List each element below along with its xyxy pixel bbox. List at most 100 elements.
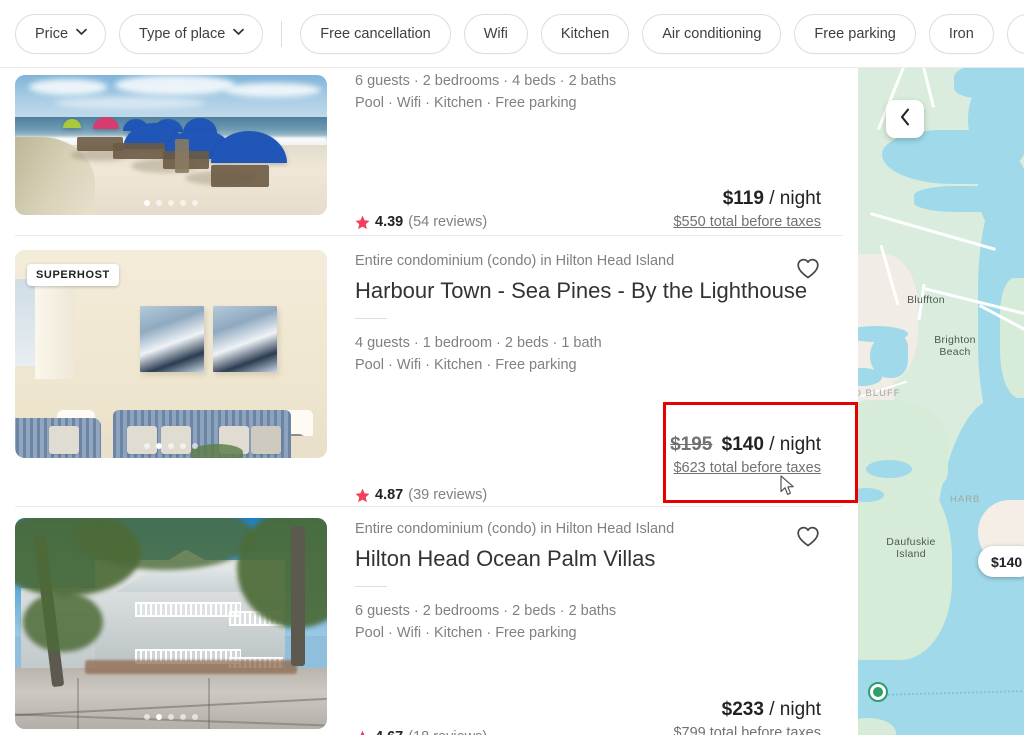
carousel-dot[interactable] [168, 200, 174, 206]
carousel-dot[interactable] [156, 200, 162, 206]
listing-card[interactable]: SUPERHOST Entire condominium (condo) in … [0, 236, 858, 506]
filter-chip-type-of-place[interactable]: Type of place [119, 13, 264, 54]
listing-facts: 6 guests · 2 bedrooms · 2 beds · 2 baths [355, 603, 617, 619]
filter-bar: Price Type of place Free cancellation Wi… [0, 0, 1024, 68]
filter-chip-kitchen-label: Kitchen [560, 25, 610, 42]
listing-facts: 4 guests · 1 bedroom · 2 beds · 1 bath [355, 335, 602, 351]
filter-chip-wifi[interactable]: Wifi [463, 13, 528, 54]
map-label-bluff: D BLUFF [858, 388, 901, 399]
listing-card[interactable]: Entire condominium (condo) in Hilton Hea… [0, 507, 858, 735]
chevron-down-icon [76, 28, 87, 38]
filter-chip-wifi-label: Wifi [483, 25, 508, 42]
listing-info: Entire condominium (condo) in Hilton Hea… [327, 250, 843, 506]
map-label-brighton-beach: Brighton Beach [934, 334, 976, 358]
title-rule [355, 586, 387, 587]
map-label-daufuskie: Daufuskie Island [886, 536, 936, 560]
carousel-dot[interactable] [144, 714, 150, 720]
carousel-dot[interactable] [144, 200, 150, 206]
listing-subtitle: Entire condominium (condo) in Hilton Hea… [355, 521, 675, 537]
listing-review-count: (18 reviews) [408, 728, 487, 735]
title-rule [355, 318, 387, 319]
listing-price-unit: / night [769, 434, 821, 455]
filter-chip-air-conditioning[interactable]: Air conditioning [642, 13, 782, 54]
carousel-dot[interactable] [180, 714, 186, 720]
listing-total-before-taxes[interactable]: $550 total before taxes [673, 212, 821, 232]
listing-subtitle: Entire condominium (condo) in Hilton Hea… [355, 253, 675, 269]
listing-amenities: Pool · Wifi · Kitchen · Free parking [355, 95, 577, 111]
listing-price-line: $119 / night [673, 186, 821, 211]
superhost-badge: SUPERHOST [27, 264, 119, 286]
carousel-dot[interactable] [180, 443, 186, 449]
map-poi-marker[interactable] [868, 682, 888, 702]
listing-amenities: Pool · Wifi · Kitchen · Free parking [355, 625, 577, 641]
filter-chip-iron[interactable]: Iron [928, 13, 994, 54]
listing-rating-score: 4.67 [375, 728, 403, 735]
listing-pricing: $233 / night $799 total before taxes [673, 697, 821, 735]
chevron-left-icon [899, 108, 911, 131]
listing-rating-score: 4.87 [375, 487, 404, 503]
carousel-dots[interactable] [15, 200, 327, 206]
listing-card[interactable]: 6 guests · 2 bedrooms · 4 beds · 2 baths… [0, 68, 858, 235]
filter-chip-free-parking-label: Free parking [814, 25, 896, 42]
star-icon [355, 215, 370, 230]
listing-photo[interactable] [15, 75, 327, 215]
carousel-dot[interactable] [192, 714, 198, 720]
listing-title[interactable]: Hilton Head Ocean Palm Villas [355, 545, 829, 573]
filter-chip-price[interactable]: Price [15, 13, 107, 54]
listing-price-original: $195 [670, 434, 713, 455]
carousel-dot[interactable] [144, 443, 150, 449]
filter-chip-free-cancellation-label: Free cancellation [320, 25, 431, 42]
filter-chip-air-conditioning-label: Air conditioning [662, 25, 762, 42]
map-panel[interactable]: Bluffton Brighton Beach D BLUFF HARB Dauf… [858, 68, 1024, 735]
filter-chip-kitchen[interactable]: Kitchen [540, 13, 630, 54]
favorite-heart-icon[interactable] [795, 255, 821, 281]
listing-photo[interactable]: SUPERHOST [15, 250, 327, 458]
carousel-dot[interactable] [180, 200, 186, 206]
carousel-dot[interactable] [168, 714, 174, 720]
map-water [866, 460, 912, 478]
carousel-dot[interactable] [168, 443, 174, 449]
listing-pricing: $119 / night $550 total before taxes [673, 186, 821, 232]
listing-results-list[interactable]: 6 guests · 2 bedrooms · 4 beds · 2 baths… [0, 68, 858, 735]
filter-chip-iron-label: Iron [948, 25, 974, 42]
listing-pricing: $195 $140 / night $623 total before taxe… [670, 432, 821, 478]
listing-total-before-taxes[interactable]: $623 total before taxes [670, 458, 821, 478]
star-icon [355, 730, 370, 735]
carousel-dot[interactable] [192, 200, 198, 206]
listing-rating: 4.39 (54 reviews) [355, 213, 487, 231]
filter-chip-type-of-place-label: Type of place [139, 25, 226, 42]
map-price-pin[interactable]: $140 [978, 546, 1024, 577]
listing-price-line: $195 $140 / night [670, 432, 821, 457]
listing-facts: 6 guests · 2 bedrooms · 4 beds · 2 baths [355, 73, 617, 89]
chevron-down-icon [233, 28, 245, 38]
filter-chip-free-parking[interactable]: Free parking [794, 13, 916, 54]
carousel-dot[interactable] [156, 443, 162, 449]
favorite-heart-icon[interactable] [795, 523, 821, 549]
listing-info: 6 guests · 2 bedrooms · 4 beds · 2 baths… [327, 68, 843, 235]
filter-chip-free-cancellation[interactable]: Free cancellation [300, 13, 451, 54]
filter-chip-price-label: Price [35, 25, 69, 42]
carousel-dots[interactable] [15, 443, 327, 449]
listing-title[interactable]: Harbour Town - Sea Pines - By the Lighth… [355, 277, 829, 305]
carousel-dots[interactable] [15, 714, 327, 720]
listing-rating: 4.67 (18 reviews) [355, 728, 487, 735]
listing-rating-score: 4.39 [375, 214, 404, 230]
filter-chip-washer[interactable]: Washer [1006, 13, 1024, 54]
listing-rating: 4.87 (39 reviews) [355, 486, 487, 504]
carousel-dot[interactable] [192, 443, 198, 449]
listing-price-line: $233 / night [673, 697, 821, 722]
search-results-page: Price Type of place Free cancellation Wi… [0, 0, 1024, 735]
filter-bar-divider [281, 20, 283, 47]
map-collapse-button[interactable] [886, 100, 924, 138]
star-icon [355, 488, 370, 503]
listing-price: $233 [721, 699, 764, 720]
beach-umbrellas-photo [15, 75, 327, 215]
listing-photo[interactable] [15, 518, 327, 729]
listing-review-count: (39 reviews) [408, 487, 488, 503]
listing-total-before-taxes[interactable]: $799 total before taxes [673, 723, 821, 735]
carousel-dot[interactable] [156, 714, 162, 720]
